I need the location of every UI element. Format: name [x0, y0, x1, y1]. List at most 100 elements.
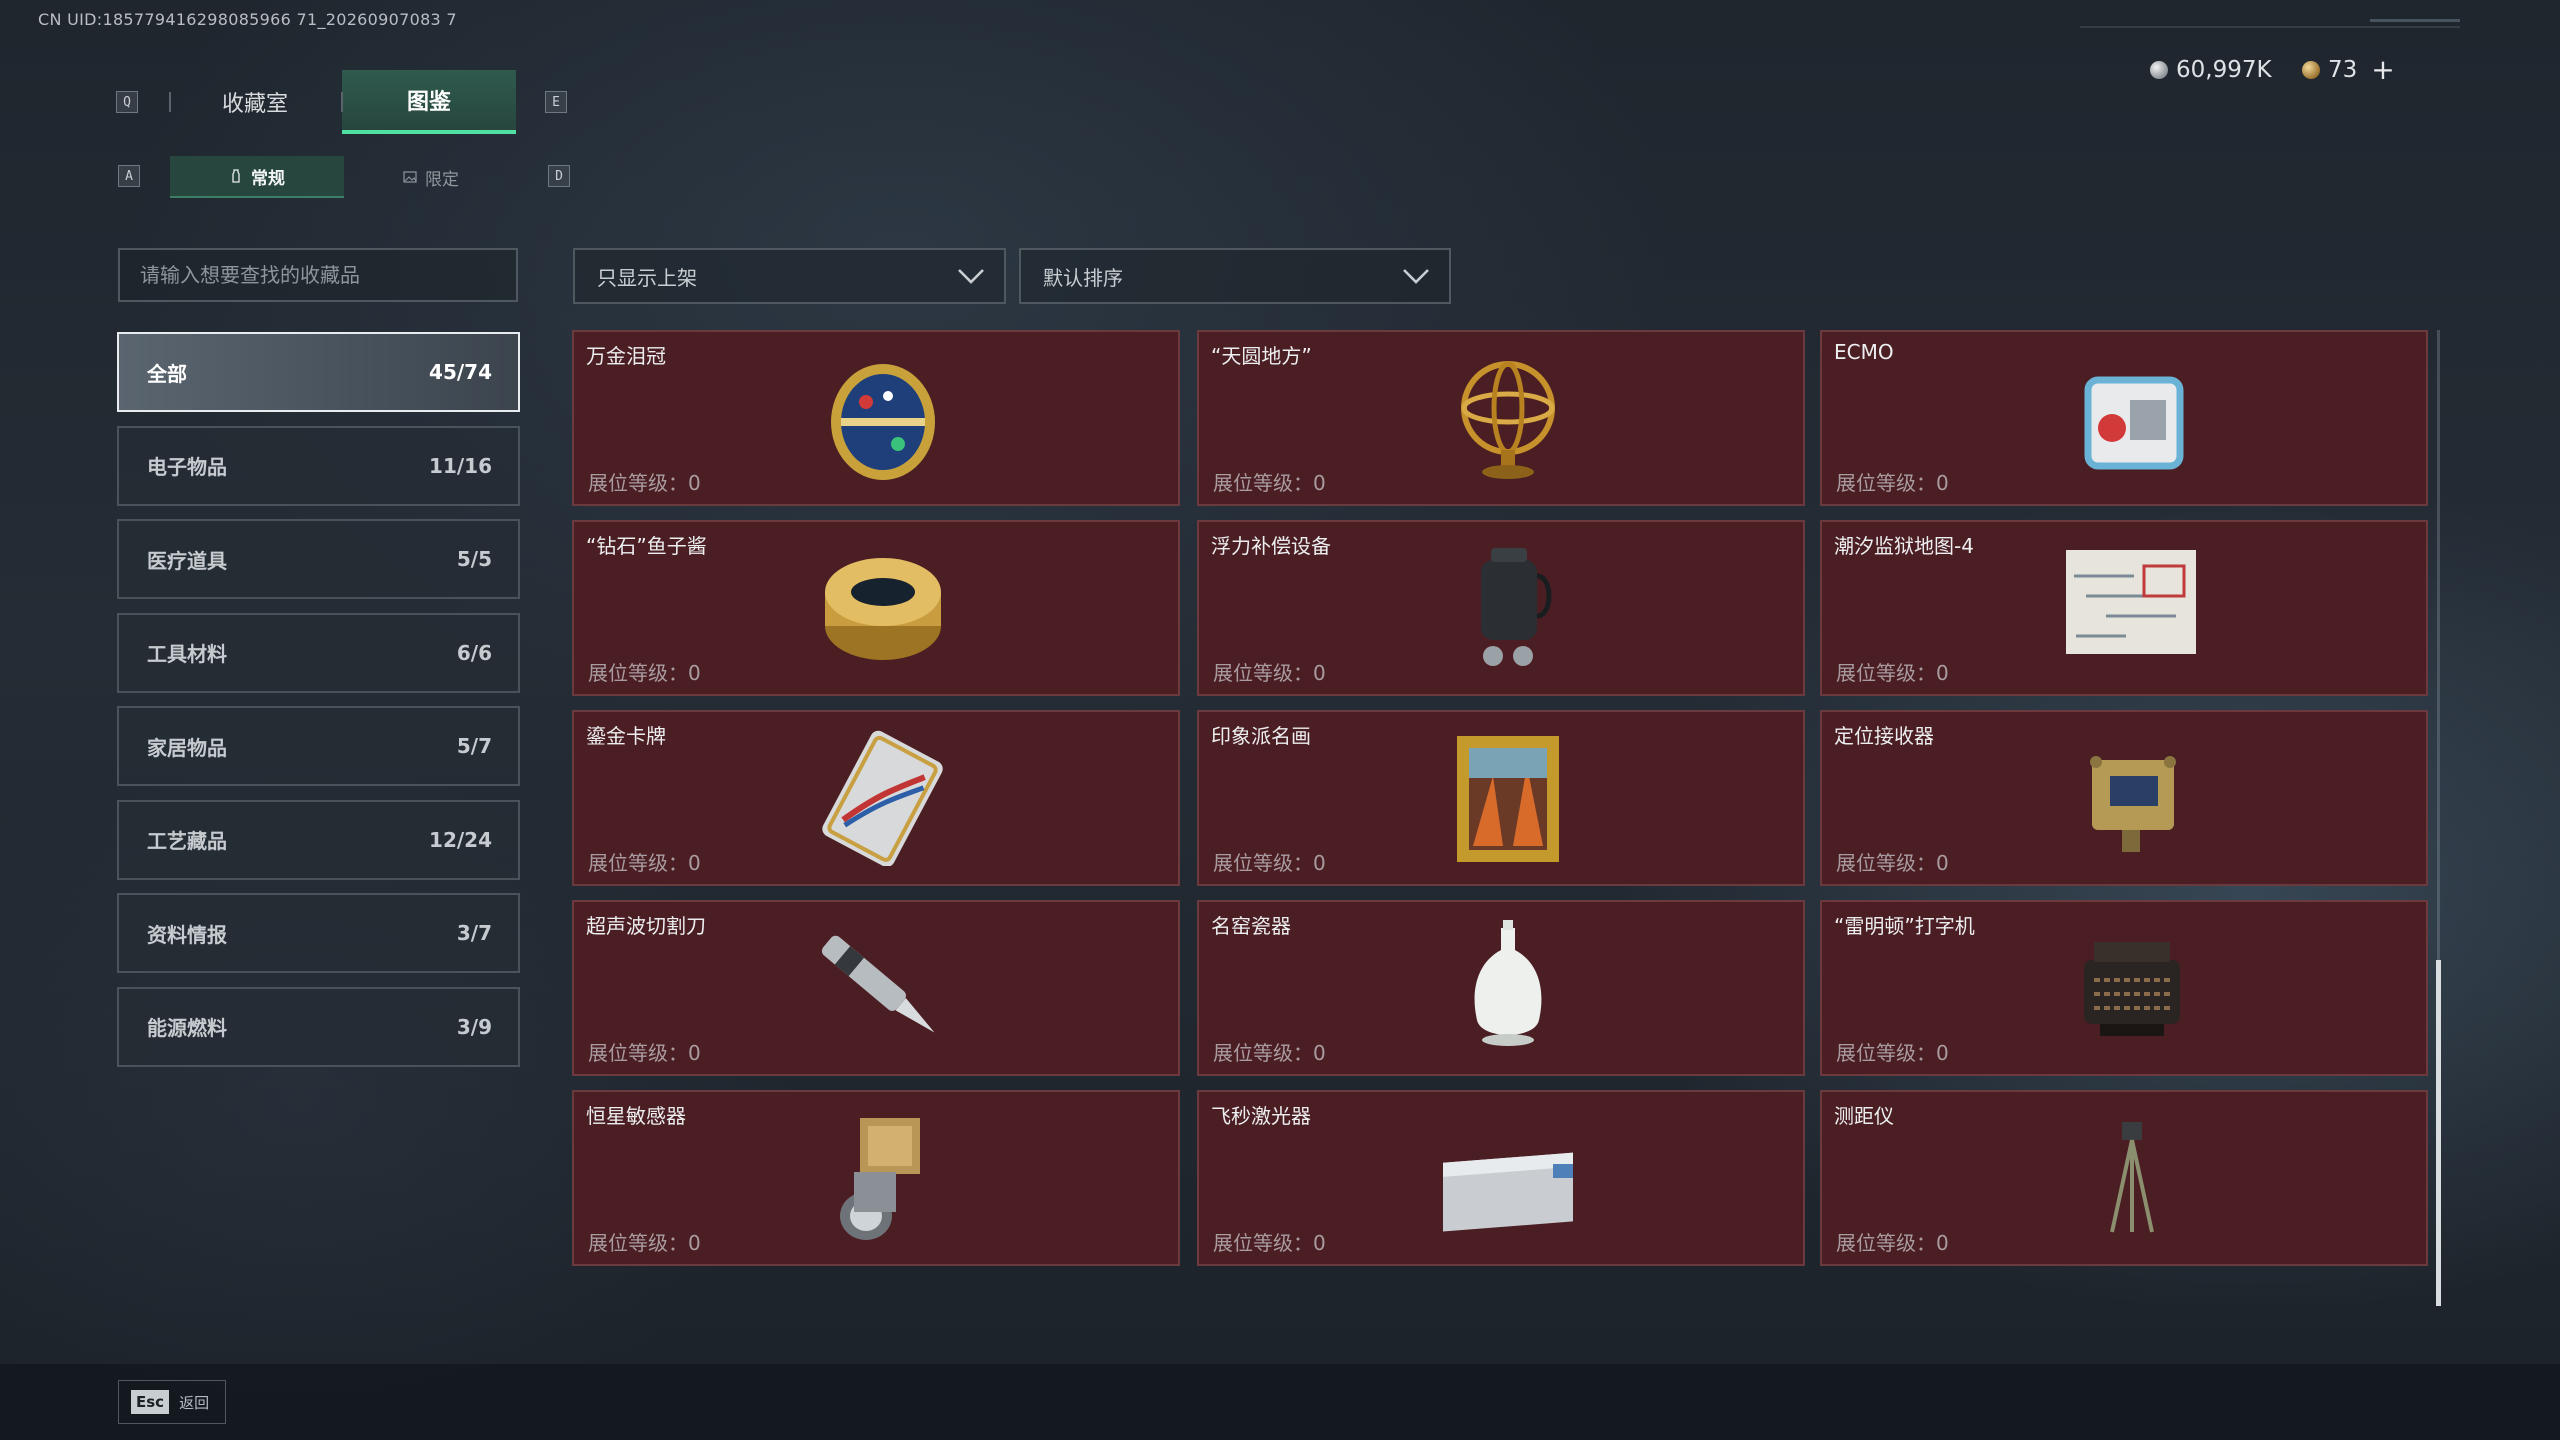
search-input[interactable]: [118, 248, 518, 302]
subtab-limited-label: 限定: [425, 169, 459, 190]
tab-collection-room[interactable]: 收藏室: [168, 70, 342, 134]
item-card[interactable]: 万金泪冠 展位等级：0: [572, 330, 1180, 506]
category-count: 3/9: [456, 1014, 492, 1039]
item-name: 潮汐监狱地图-4: [1834, 534, 1974, 558]
category-fuel[interactable]: 能源燃料 3/9: [117, 986, 520, 1067]
key-hint-next-tab: E: [545, 91, 567, 113]
subtab-limited[interactable]: 限定: [344, 156, 518, 198]
item-level: 展位等级：0: [588, 657, 701, 686]
buoyancy-device-icon: [1481, 548, 1552, 666]
item-card[interactable]: 名窑瓷器 展位等级：0: [1197, 900, 1805, 1076]
category-label: 家居物品: [147, 735, 227, 760]
item-card[interactable]: 浮力补偿设备 展位等级：0: [1197, 520, 1805, 696]
item-card[interactable]: 潮汐监狱地图-4 展位等级：0: [1820, 520, 2428, 696]
item-card[interactable]: “雷明顿”打字机 展位等级：0: [1820, 900, 2428, 1076]
item-card[interactable]: 鎏金卡牌展位等级：0: [572, 710, 1180, 886]
category-count: 6/6: [456, 640, 492, 665]
star-sensor-icon: [840, 1118, 920, 1240]
item-name: 鎏金卡牌: [586, 724, 666, 748]
item-level-label: 展位等级：: [1213, 851, 1313, 875]
item-card[interactable]: “天圆地方” 展位等级：0: [1197, 330, 1805, 506]
tab-catalog[interactable]: 图鉴: [342, 70, 516, 134]
category-count: 12/24: [429, 827, 492, 852]
item-level-label: 展位等级：: [1213, 471, 1313, 495]
item-card[interactable]: 飞秒激光器展位等级：0: [1197, 1090, 1805, 1266]
item-level: 展位等级：0: [588, 1037, 701, 1066]
item-name: “钻石”鱼子酱: [586, 534, 707, 558]
item-level-label: 展位等级：: [588, 471, 688, 495]
category-tools[interactable]: 工具材料 6/6: [117, 612, 520, 693]
category-label: 全部: [147, 361, 187, 386]
uid-label: CN UID:185779416298085966 71_20260907083…: [38, 10, 457, 29]
grid-scrollbar-thumb[interactable]: [2436, 960, 2441, 1306]
category-electronics[interactable]: 电子物品 11/16: [117, 425, 520, 506]
item-name: ECMO: [1834, 340, 1894, 364]
item-level-label: 展位等级：: [1836, 851, 1936, 875]
item-level-value: 0: [1313, 851, 1326, 875]
item-name: 定位接收器: [1834, 724, 1934, 748]
item-level-value: 0: [688, 661, 701, 685]
silver-coin-icon: [2150, 61, 2168, 79]
item-name: 万金泪冠: [586, 344, 666, 368]
category-medical[interactable]: 医疗道具 5/5: [117, 519, 520, 599]
category-count: 45/74: [429, 360, 492, 384]
item-level-value: 0: [1936, 1231, 1949, 1255]
item-level-value: 0: [688, 1041, 701, 1065]
ecmo-machine-icon: [2084, 376, 2184, 470]
item-level-value: 0: [688, 1231, 701, 1255]
item-level-label: 展位等级：: [1213, 661, 1313, 685]
item-level: 展位等级：0: [1213, 1227, 1326, 1256]
locator-receiver-icon: [2090, 756, 2176, 852]
category-crafts[interactable]: 工艺藏品 12/24: [117, 799, 520, 880]
item-level: 展位等级：0: [1836, 847, 1949, 876]
silver-amount: 60,997K: [2176, 57, 2272, 83]
silver-currency: 60,997K: [2150, 54, 2272, 86]
back-button[interactable]: Esc 返回: [118, 1380, 226, 1424]
bottom-bar: [0, 1364, 2560, 1440]
add-currency-button[interactable]: +: [2371, 56, 2394, 84]
item-level: 展位等级：0: [588, 847, 701, 876]
item-level-label: 展位等级：: [1836, 1041, 1936, 1065]
item-level-label: 展位等级：: [588, 851, 688, 875]
category-list: 全部 45/74 电子物品 11/16 医疗道具 5/5 工具材料 6/6 家居…: [117, 332, 520, 1080]
item-name: 恒星敏感器: [586, 1104, 686, 1128]
item-level: 展位等级：0: [1213, 847, 1326, 876]
item-card[interactable]: 超声波切割刀展位等级：0: [572, 900, 1180, 1076]
chevron-down-icon: [958, 269, 984, 284]
shelf-filter-dropdown[interactable]: 只显示上架: [573, 248, 1006, 304]
key-hint-prev-tab: Q: [116, 91, 138, 113]
item-level-value: 0: [1313, 1041, 1326, 1065]
item-level-value: 0: [1936, 471, 1949, 495]
category-count: 11/16: [429, 453, 492, 478]
item-card[interactable]: 定位接收器展位等级：0: [1820, 710, 2428, 886]
item-name: 超声波切割刀: [586, 914, 706, 938]
category-all[interactable]: 全部 45/74: [117, 332, 520, 412]
gold-currency: 73 +: [2302, 54, 2395, 86]
femtosecond-laser-icon: [1443, 1152, 1573, 1232]
item-card[interactable]: “钻石”鱼子酱 展位等级：0: [572, 520, 1180, 696]
category-count: 3/7: [456, 921, 492, 945]
item-name: 测距仪: [1834, 1104, 1894, 1128]
jeweled-egg-icon: [831, 364, 935, 480]
item-card[interactable]: ECMO 展位等级：0: [1820, 330, 2428, 506]
item-level-value: 0: [1313, 661, 1326, 685]
item-name: 飞秒激光器: [1211, 1104, 1311, 1128]
sort-dropdown[interactable]: 默认排序: [1019, 248, 1451, 304]
item-level-label: 展位等级：: [588, 661, 688, 685]
item-level: 展位等级：0: [1213, 467, 1326, 496]
sub-tabs: 常规 限定: [170, 156, 518, 198]
subtab-regular[interactable]: 常规: [170, 156, 344, 198]
item-card[interactable]: 印象派名画 展位等级：0: [1197, 710, 1805, 886]
gold-coin-icon: [2302, 61, 2320, 79]
sort-value: 默认排序: [1043, 265, 1123, 290]
category-household[interactable]: 家居物品 5/7: [117, 706, 520, 786]
category-intel[interactable]: 资料情报 3/7: [117, 893, 520, 973]
item-name: 名窑瓷器: [1211, 914, 1291, 938]
ultrasonic-cutter-icon: [821, 935, 935, 1033]
item-level-label: 展位等级：: [1836, 471, 1936, 495]
picture-icon: [403, 171, 417, 183]
category-count: 5/5: [456, 547, 492, 571]
tab-divider: [169, 92, 171, 112]
item-card[interactable]: 测距仪 展位等级：0: [1820, 1090, 2428, 1266]
item-card[interactable]: 恒星敏感器 展位等级：0: [572, 1090, 1180, 1266]
